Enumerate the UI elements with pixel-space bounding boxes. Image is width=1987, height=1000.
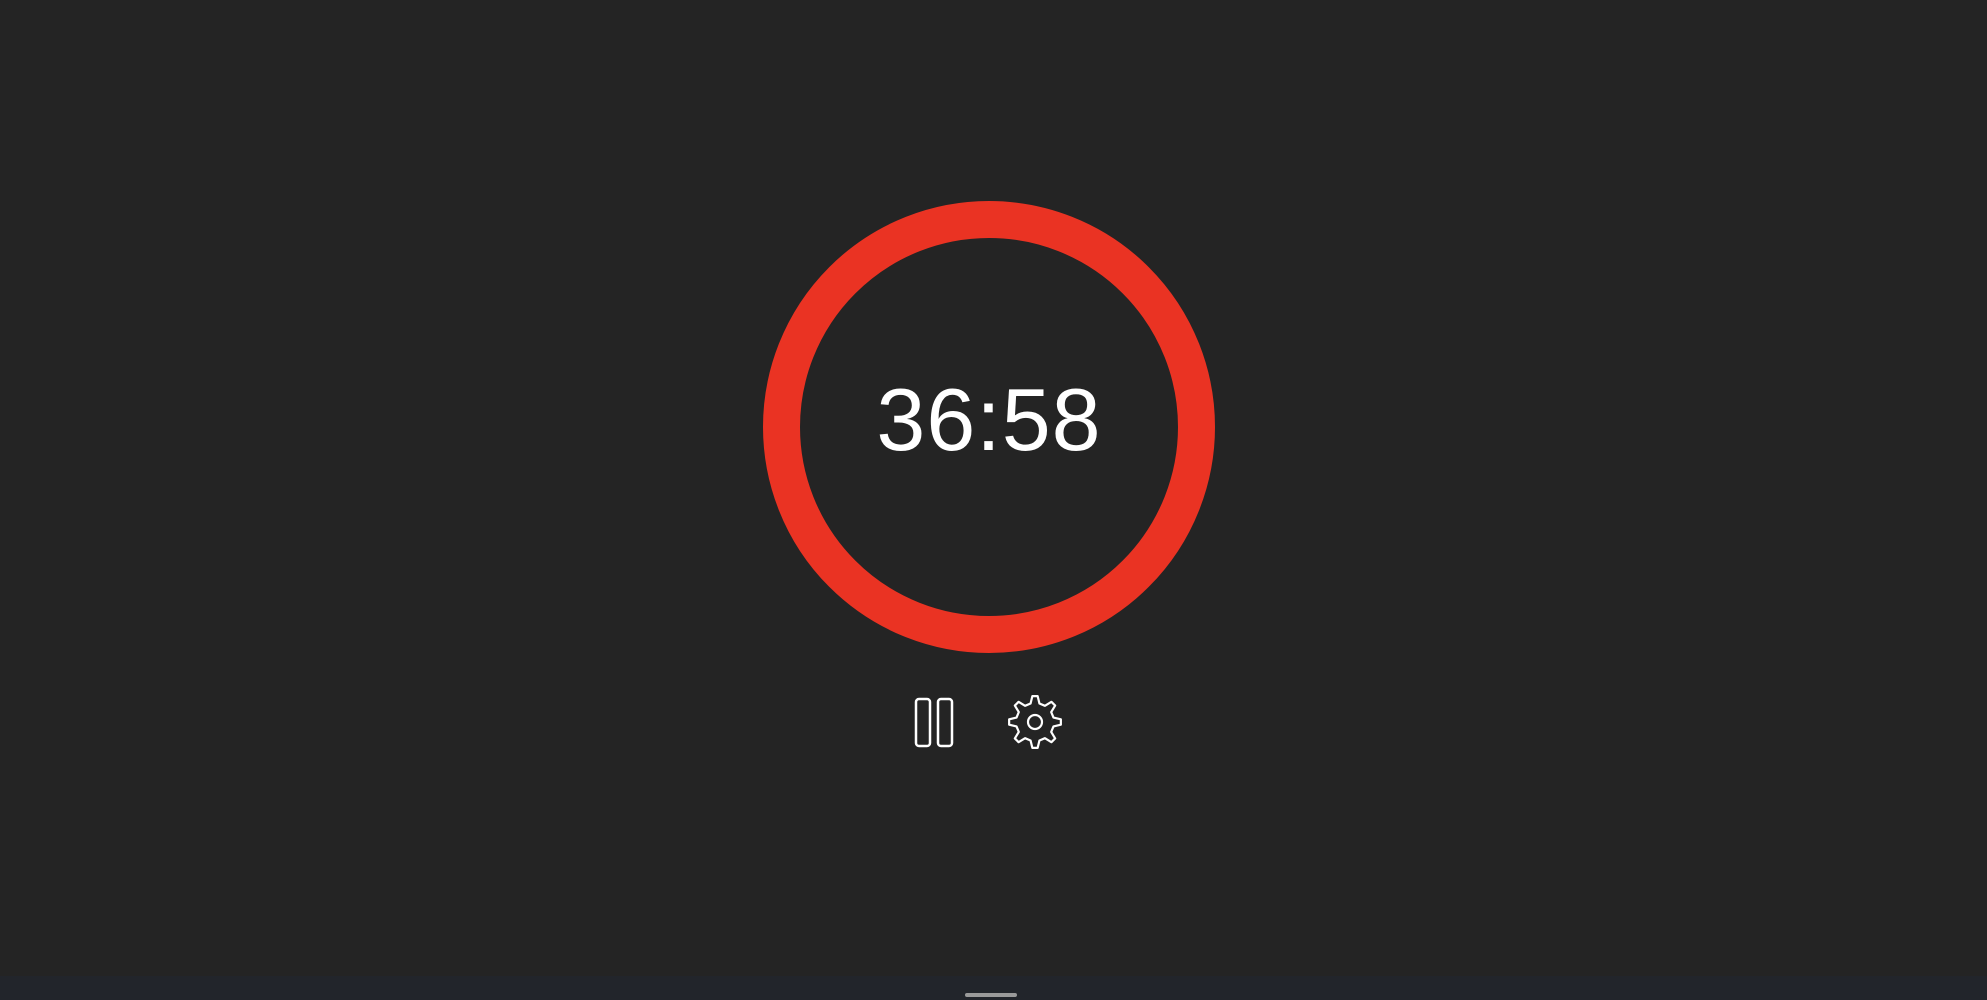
home-gesture-handle[interactable] xyxy=(965,993,1017,997)
settings-button[interactable] xyxy=(1005,694,1065,750)
gear-icon xyxy=(1008,695,1062,749)
pause-icon xyxy=(914,697,954,748)
time-remaining-display: 36:58 xyxy=(763,201,1215,653)
pause-button[interactable] xyxy=(908,694,964,750)
timer-screen: 36:58 xyxy=(0,0,1987,1000)
time-remaining-text: 36:58 xyxy=(876,370,1102,469)
